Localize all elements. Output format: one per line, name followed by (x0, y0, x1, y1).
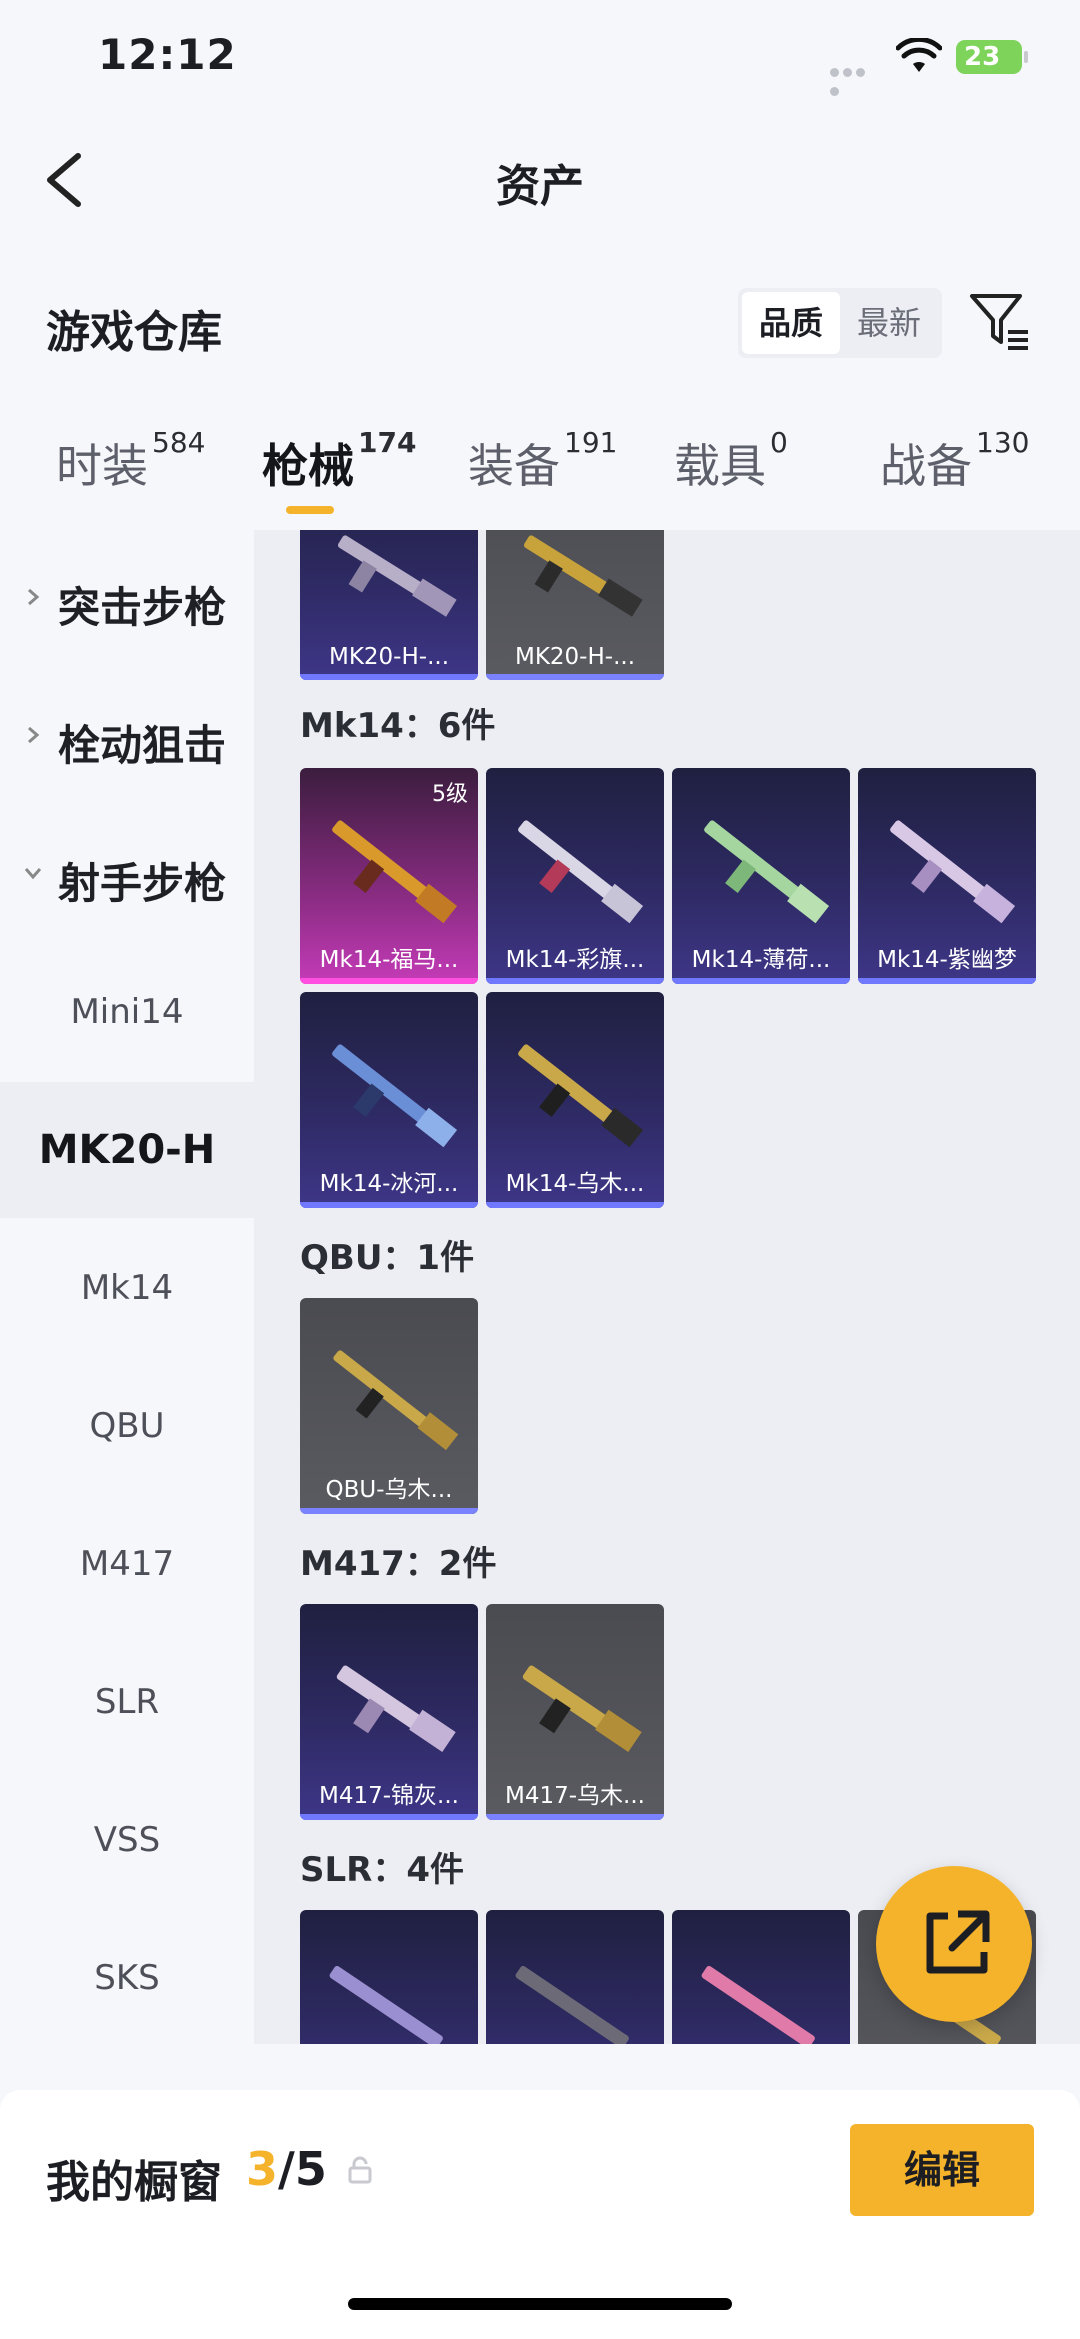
weapon-grid: MK20-H-... MK20-H-... Mk14：6件 5级 Mk14-福马… (254, 530, 1080, 2044)
sidebar-item-vss[interactable]: VSS (0, 1772, 254, 1908)
battery-indicator: 23 (956, 40, 1028, 74)
chevron-right-icon (28, 588, 40, 606)
sidebar-item-slr[interactable]: SLR (0, 1634, 254, 1770)
weapon-card[interactable] (300, 1910, 478, 2044)
signal-dots-icon (830, 62, 880, 96)
weapon-card[interactable]: Mk14-薄荷... (672, 768, 850, 984)
weapon-card[interactable] (486, 1910, 664, 2044)
weapon-card[interactable]: MK20-H-... (300, 530, 478, 680)
chevron-right-icon (28, 726, 40, 744)
sort-latest-button[interactable]: 最新 (840, 292, 938, 354)
sidebar-item-m417[interactable]: M417 (0, 1496, 254, 1632)
weapon-card[interactable]: Mk14-乌木... (486, 992, 664, 1208)
category-tabs: 时装 584 枪械 174 装备 191 载具 0 战备 130 (0, 420, 1080, 530)
weapon-card[interactable]: Mk14-彩旗... (486, 768, 664, 984)
tab-vehicles[interactable]: 载具 0 (674, 426, 788, 496)
sidebar-item-sks[interactable]: SKS (0, 1910, 254, 2044)
group-title-qbu: QBU：1件 (300, 1238, 475, 1278)
nav-bar: 资产 (0, 120, 1080, 240)
status-time: 12:12 (98, 30, 237, 79)
weapon-card[interactable]: Mk14-紫幽梦 (858, 768, 1036, 984)
group-title-mk14: Mk14：6件 (300, 706, 496, 746)
showcase-title: 我的橱窗 (46, 2157, 222, 2208)
assets-page: 12:12 23 资产 游戏仓库 品质 最新 时装 584 枪械 174 装备 … (0, 0, 1080, 2339)
weapon-card[interactable]: Mk14-冰河... (300, 992, 478, 1208)
edit-button[interactable]: 编辑 (850, 2124, 1034, 2216)
home-indicator (348, 2298, 732, 2310)
sidebar-item-mk20h[interactable]: MK20-H (0, 1082, 254, 1218)
filter-icon[interactable] (968, 290, 1032, 354)
status-bar: 12:12 23 (0, 0, 1080, 120)
sidebar-category-bolt[interactable]: 栓动狙击 (0, 668, 254, 804)
showcase-count: 3/5 (246, 2142, 327, 2196)
wifi-icon (896, 38, 942, 72)
sort-toggle: 品质 最新 (738, 288, 942, 358)
weapon-card[interactable]: M417-锦灰... (300, 1604, 478, 1820)
warehouse-title: 游戏仓库 (46, 307, 222, 358)
sidebar-category-dmr[interactable]: 射手步枪 (0, 806, 254, 942)
sidebar-category-assault[interactable]: 突击步枪 (0, 530, 254, 666)
weapon-sidebar: 突击步枪 栓动狙击 射手步枪 Mini14 MK20-H Mk14 QBU M4… (0, 530, 254, 2044)
weapon-card[interactable]: QBU-乌木... (300, 1298, 478, 1514)
active-tab-indicator (286, 506, 334, 514)
weapon-card[interactable]: M417-乌木... (486, 1604, 664, 1820)
sidebar-item-mk14[interactable]: Mk14 (0, 1220, 254, 1356)
weapon-card[interactable]: MK20-H-... (486, 530, 664, 680)
lock-icon (348, 2156, 372, 2184)
warehouse-header: 游戏仓库 品质 最新 (0, 270, 1080, 380)
rifle-icon (515, 1965, 629, 2044)
tab-tactical[interactable]: 战备 130 (880, 426, 1029, 496)
rifle-icon (701, 1965, 815, 2044)
page-title: 资产 (496, 161, 584, 212)
sidebar-item-qbu[interactable]: QBU (0, 1358, 254, 1494)
sort-quality-button[interactable]: 品质 (742, 292, 840, 354)
share-icon (926, 1910, 990, 1974)
group-title-m417: M417：2件 (300, 1544, 497, 1584)
tab-equipment[interactable]: 装备 191 (468, 426, 617, 496)
level-badge: 5级 (432, 782, 468, 807)
tab-guns[interactable]: 枪械 174 (262, 426, 416, 496)
weapon-card[interactable] (672, 1910, 850, 2044)
tab-fashion[interactable]: 时装 584 (56, 426, 205, 496)
share-button[interactable] (876, 1866, 1032, 2022)
weapon-card[interactable]: 5级 Mk14-福马... (300, 768, 478, 984)
chevron-down-icon (24, 868, 42, 880)
sidebar-item-mini14[interactable]: Mini14 (0, 944, 254, 1080)
rifle-icon (329, 1965, 443, 2044)
group-title-slr: SLR：4件 (300, 1850, 464, 1890)
